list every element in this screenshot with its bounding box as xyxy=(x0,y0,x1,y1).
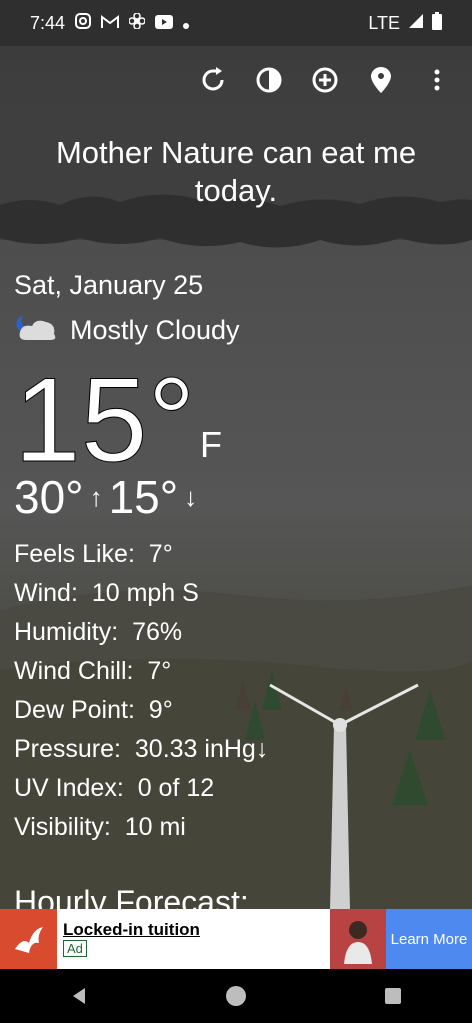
overflow-menu-icon[interactable] xyxy=(420,63,454,97)
detail-visibility: Visibility: 10 mi xyxy=(14,813,186,841)
ad-badge: Ad xyxy=(63,940,87,957)
detail-uv-index: UV Index: 0 of 12 xyxy=(14,774,215,802)
instagram-icon xyxy=(75,12,92,34)
signal-icon xyxy=(408,13,424,34)
arrow-up-icon: ↑ xyxy=(89,481,103,512)
weather-details: Feels Like: 7° Wind: 10 mph S Humidity: … xyxy=(14,535,268,847)
phoenix-logo-icon[interactable] xyxy=(0,909,57,969)
high-low: 30° ↑ 15° ↓ xyxy=(14,470,197,524)
hourly-forecast-title: Hourly Forecast: xyxy=(14,884,249,910)
toolbar xyxy=(0,46,472,114)
battery-icon xyxy=(432,11,442,35)
low-temp: 15° xyxy=(108,471,179,523)
ad-banner[interactable]: Locked-in tuition Ad Learn More xyxy=(0,909,472,969)
condition: Mostly Cloudy xyxy=(14,310,240,351)
home-icon[interactable] xyxy=(221,981,251,1011)
date: Sat, January 25 xyxy=(14,270,204,300)
arrow-down-icon: ↓ xyxy=(184,481,198,512)
detail-dew-point: Dew Point: 9° xyxy=(14,696,173,724)
recents-icon[interactable] xyxy=(378,981,408,1011)
ad-text[interactable]: Locked-in tuition Ad xyxy=(57,920,330,958)
notification-dot-icon xyxy=(183,13,190,34)
refresh-icon[interactable] xyxy=(196,63,230,97)
condition-label: Mostly Cloudy xyxy=(70,315,240,345)
youtube-icon xyxy=(155,13,174,34)
ad-image[interactable] xyxy=(330,909,386,969)
status-time: 7:44 xyxy=(30,12,66,33)
location-pin-icon[interactable] xyxy=(364,63,398,97)
temperature-unit: F xyxy=(200,424,222,465)
ad-title[interactable]: Locked-in tuition xyxy=(63,920,330,940)
detail-wind-chill: Wind Chill: 7° xyxy=(14,657,172,685)
current-temperature: 15° xyxy=(13,353,196,488)
mostly-cloudy-night-icon xyxy=(14,310,58,351)
add-location-icon[interactable] xyxy=(308,63,342,97)
navigation-bar xyxy=(0,969,472,1023)
back-icon[interactable] xyxy=(64,981,94,1011)
detail-wind: Wind: 10 mph S xyxy=(14,579,199,607)
gmail-icon xyxy=(101,13,120,34)
detail-feels-like: Feels Like: 7° xyxy=(14,540,173,568)
high-temp: 30° xyxy=(14,471,84,523)
theme-icon[interactable] xyxy=(252,63,286,97)
network-label: LTE xyxy=(368,12,400,33)
detail-pressure: Pressure: 30.33 inHg↓ xyxy=(14,735,269,763)
status-bar: 7:44 LTE xyxy=(0,0,472,46)
learn-more-button[interactable]: Learn More xyxy=(386,909,472,969)
pinwheel-icon xyxy=(128,11,146,34)
headline: Mother Nature can eat me today. xyxy=(55,135,417,208)
detail-humidity: Humidity: 76% xyxy=(14,618,183,646)
